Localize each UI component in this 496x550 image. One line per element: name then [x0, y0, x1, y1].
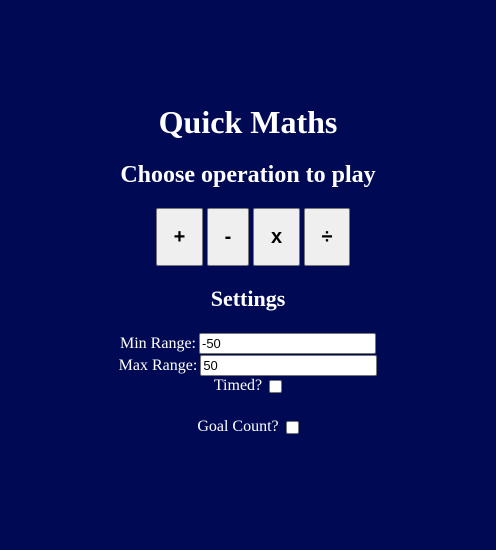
add-button[interactable]: + [156, 208, 203, 266]
timed-checkbox[interactable] [269, 379, 283, 393]
goal-count-checkbox[interactable] [285, 420, 299, 434]
operation-buttons: + - x ÷ [0, 208, 496, 266]
min-range-row: Min Range: [0, 333, 496, 354]
operation-prompt: Choose operation to play [120, 162, 376, 188]
settings-heading: Settings [210, 286, 286, 311]
divide-button[interactable]: ÷ [304, 208, 350, 266]
max-range-label: Max Range: [118, 356, 198, 374]
max-range-input[interactable] [200, 355, 378, 376]
min-range-input[interactable] [199, 333, 376, 354]
min-range-label: Min Range: [120, 334, 196, 352]
max-range-row: Max Range: [0, 355, 496, 376]
timed-row: Timed? [0, 376, 496, 396]
goal-count-row: Goal Count? [0, 417, 496, 437]
quick-maths-page: Quick Maths Choose operation to play + -… [0, 0, 496, 550]
timed-label: Timed? [213, 377, 263, 394]
page-title: Quick Maths [158, 104, 338, 140]
multiply-button[interactable]: x [253, 208, 300, 266]
goal-count-label: Goal Count? [197, 418, 279, 435]
subtract-button[interactable]: - [207, 208, 249, 266]
